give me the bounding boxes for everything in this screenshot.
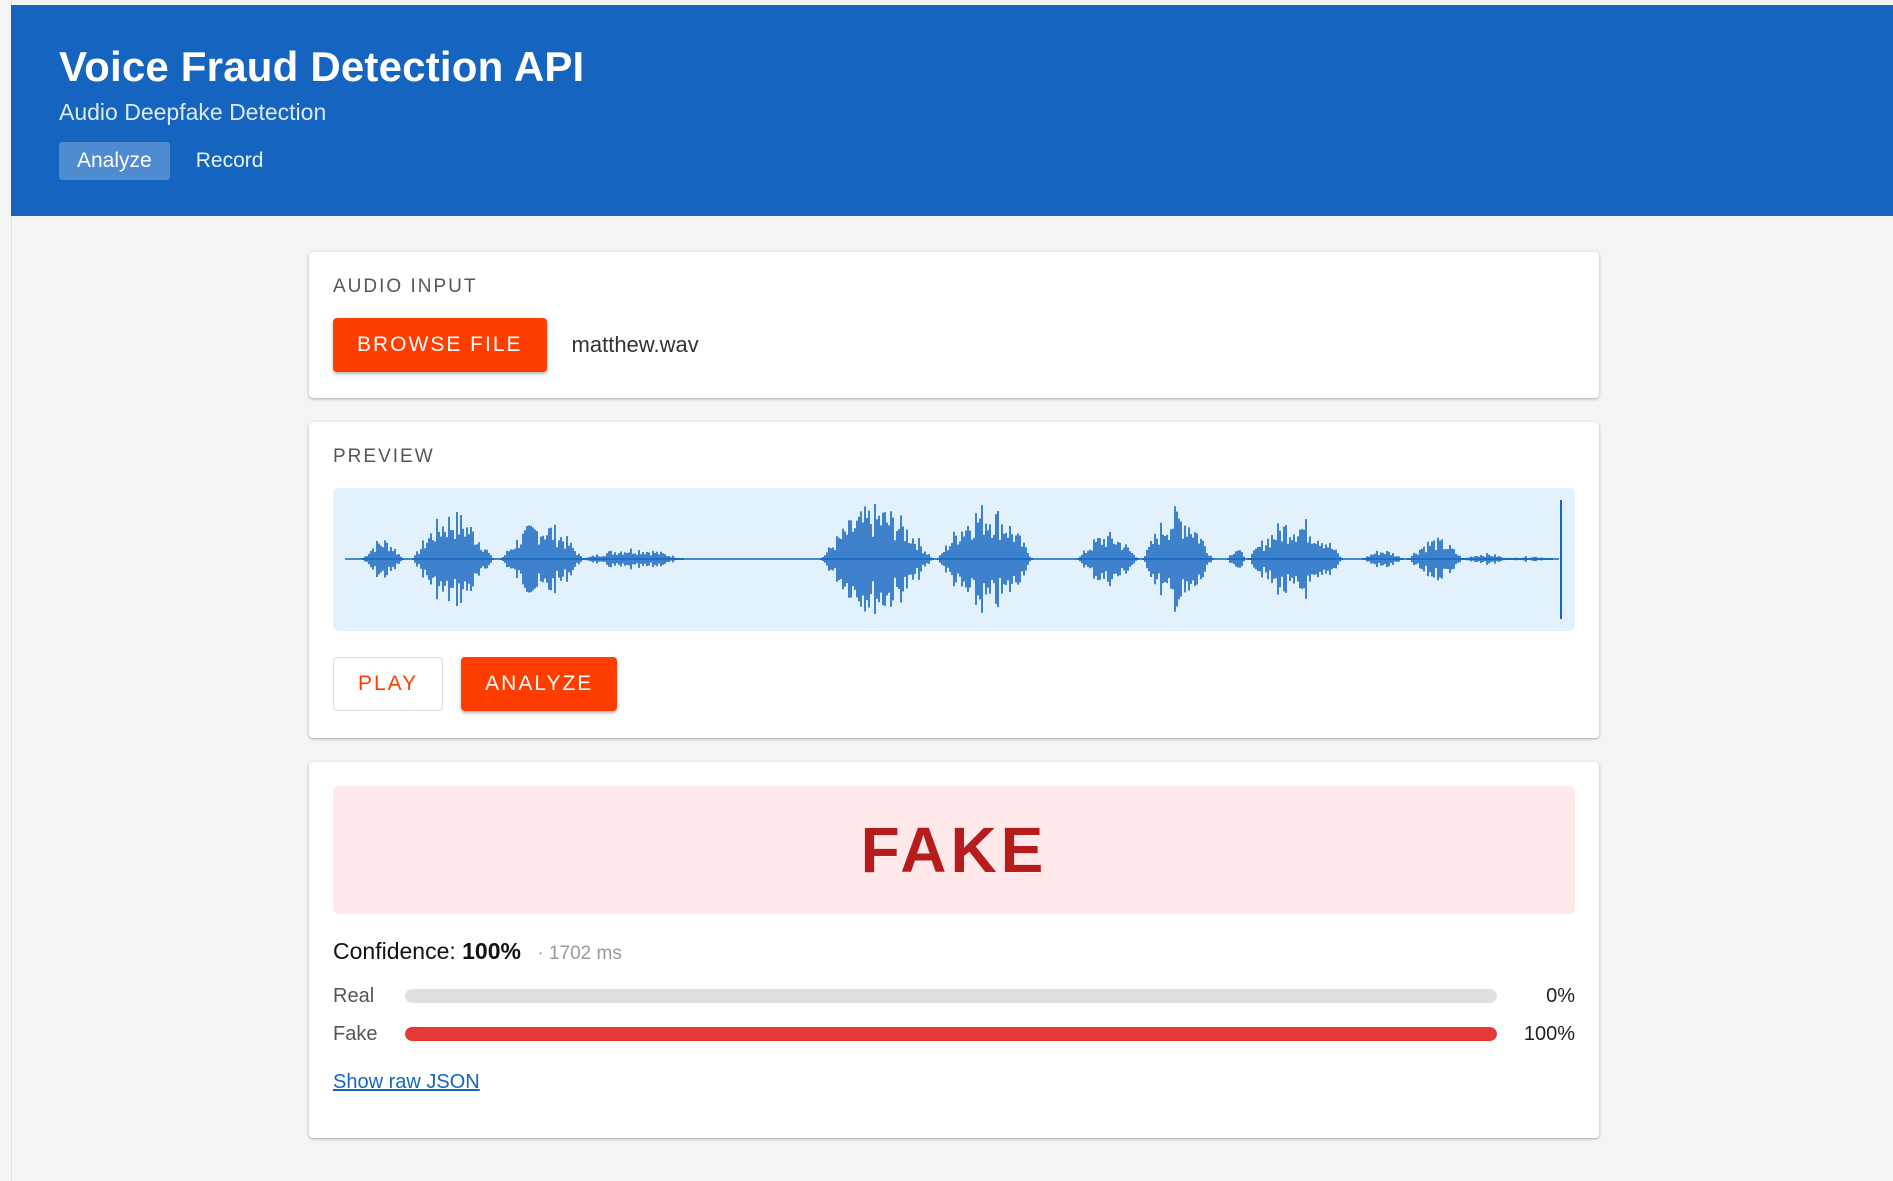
- prob-value-fake: 100%: [1523, 1022, 1575, 1045]
- browse-file-button[interactable]: BROWSE FILE: [333, 318, 547, 372]
- preview-label: PREVIEW: [333, 446, 435, 467]
- preview-card: PREVIEW PLAY ANALYZE: [309, 422, 1599, 738]
- latency-text: · 1702 ms: [537, 943, 622, 964]
- show-raw-json-link[interactable]: Show raw JSON: [333, 1071, 480, 1094]
- prob-label-real: Real: [333, 984, 375, 1007]
- tab-analyze[interactable]: Analyze: [59, 142, 170, 180]
- audio-waveform[interactable]: [333, 488, 1575, 631]
- prob-row-fake: Fake 100%: [333, 1015, 1575, 1053]
- verdict-banner: FAKE: [333, 786, 1575, 914]
- verdict-text: FAKE: [860, 814, 1048, 886]
- app-header: Voice Fraud Detection API Audio Deepfake…: [11, 5, 1893, 216]
- confidence-line: Confidence: 100% · 1702 ms: [333, 938, 1575, 965]
- analyze-button[interactable]: ANALYZE: [461, 657, 618, 711]
- prob-label-fake: Fake: [333, 1022, 378, 1045]
- prob-value-real: 0%: [1546, 984, 1575, 1007]
- confidence-label: Confidence:: [333, 938, 456, 964]
- tab-record[interactable]: Record: [178, 142, 282, 180]
- audio-input-label: AUDIO INPUT: [333, 276, 478, 297]
- audio-input-card: AUDIO INPUT BROWSE FILE matthew.wav: [309, 252, 1599, 398]
- confidence-value: 100%: [462, 938, 521, 964]
- prob-track-fake: [405, 1027, 1497, 1041]
- result-card: FAKE Confidence: 100% · 1702 ms Real 0% …: [309, 762, 1599, 1138]
- app-title: Voice Fraud Detection API: [59, 43, 585, 90]
- selected-file-name: matthew.wav: [571, 332, 699, 357]
- main-content: AUDIO INPUT BROWSE FILE matthew.wav PREV…: [309, 252, 1599, 1162]
- prob-row-real: Real 0%: [333, 977, 1575, 1015]
- probability-list: Real 0% Fake 100%: [333, 977, 1575, 1053]
- play-button[interactable]: PLAY: [333, 657, 444, 711]
- app-subtitle: Audio Deepfake Detection: [59, 99, 327, 125]
- prob-fill-fake: [405, 1027, 1497, 1041]
- prob-track-real: [405, 989, 1497, 1003]
- nav-tabs: Analyze Record: [59, 142, 281, 180]
